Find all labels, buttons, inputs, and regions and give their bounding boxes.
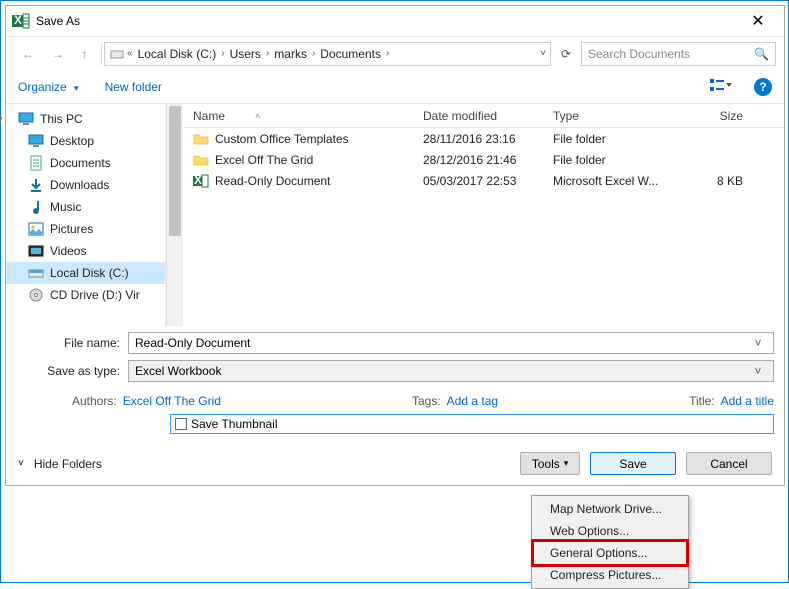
tools-menu: Map Network Drive...Web Options...Genera… [531,495,689,589]
title-value[interactable]: Add a title [721,394,774,408]
breadcrumb-seg[interactable]: Local Disk (C:) [135,47,220,61]
forward-button[interactable]: → [44,42,72,66]
saveas-type-label: Save as type: [16,364,128,378]
svg-text:X: X [14,13,22,27]
download-icon [28,177,44,193]
col-date[interactable]: Date modified [423,109,553,123]
breadcrumb-seg[interactable]: marks [271,47,310,61]
chevron-right-icon: › [386,48,389,59]
hide-folders-button[interactable]: Hide Folders [34,457,102,471]
search-input[interactable]: Search Documents 🔍 [581,42,776,66]
chevron-right-icon: › [266,48,269,59]
titlebar: X Save As ✕ [6,6,784,36]
tree-item-disk[interactable]: Local Disk (C:) [6,262,165,284]
authors-label: Authors: [72,394,117,408]
save-button[interactable]: Save [590,452,676,475]
organize-button[interactable]: Organize ▾ [18,80,79,94]
search-placeholder: Search Documents [588,47,754,61]
excel-icon: X [193,173,209,189]
cancel-button[interactable]: Cancel [686,452,772,475]
refresh-button[interactable]: ⟳ [553,42,579,66]
authors-value[interactable]: Excel Off The Grid [123,394,221,408]
folder-icon [193,131,209,147]
tags-label: Tags: [412,394,441,408]
checkbox-icon [175,418,187,430]
nav-row: ← → ↑ « Local Disk (C:) › Users › marks … [6,36,784,70]
close-button[interactable]: ✕ [738,11,778,31]
new-folder-button[interactable]: New folder [105,80,162,94]
doc-icon [28,155,44,171]
view-options-button[interactable] [708,77,734,96]
filename-label: File name: [16,336,128,350]
tools-button[interactable]: Tools▾ [520,452,580,475]
tree-this-pc[interactable]: ▾ This PC [6,108,165,130]
excel-icon: X [12,12,30,30]
back-button[interactable]: ← [14,42,42,66]
tree-item-music[interactable]: Music [6,196,165,218]
pictures-icon [28,221,44,237]
save-as-dialog: X Save As ✕ ← → ↑ « Local Disk (C:) › Us… [5,5,785,486]
file-row[interactable]: Custom Office Templates28/11/2016 23:16F… [183,128,784,149]
sort-asc-icon: ˄ [255,111,260,121]
dialog-title: Save As [36,14,738,28]
toolbar: Organize ▾ New folder ? [6,70,784,104]
chevron-down-icon: ▾ [564,458,569,469]
tree-item-desktop[interactable]: Desktop [6,130,165,152]
desktop-icon [28,133,44,149]
monitor-icon [18,111,34,127]
chevron-down-icon: ▾ [0,114,3,125]
help-button[interactable]: ? [754,78,772,96]
svg-text:X: X [194,173,202,187]
chevron-right-icon: « [127,48,133,59]
chevron-down-icon[interactable]: ˅ [749,336,767,350]
tree-item-doc[interactable]: Documents [6,152,165,174]
breadcrumb-seg[interactable]: Users [227,47,264,61]
tree-item-videos[interactable]: Videos [6,240,165,262]
file-list: Name ˄ Date modified Type Size Custom Off… [183,104,784,326]
tags-value[interactable]: Add a tag [447,394,498,408]
col-size[interactable]: Size [693,109,753,123]
up-button[interactable]: ↑ [74,42,102,66]
title-label: Title: [689,394,715,408]
save-thumbnail-checkbox[interactable]: Save Thumbnail [170,414,774,434]
chevron-down-icon: ▾ [74,83,79,93]
music-icon [28,199,44,215]
file-row[interactable]: XRead-Only Document05/03/2017 22:53Micro… [183,170,784,191]
filename-input[interactable]: Read-Only Document ˅ [128,332,774,354]
tree-scrollbar[interactable] [166,104,183,326]
folder-icon [193,152,209,168]
tree-item-download[interactable]: Downloads [6,174,165,196]
nav-tree: ▾ This PC DesktopDocumentsDownloadsMusic… [6,104,166,326]
column-headers[interactable]: Name ˄ Date modified Type Size [183,104,784,128]
col-type[interactable]: Type [553,109,693,123]
form-area: File name: Read-Only Document ˅ Save as … [6,326,784,438]
file-row[interactable]: Excel Off The Grid28/12/2016 21:46File f… [183,149,784,170]
drive-icon [109,46,125,62]
menu-item[interactable]: Web Options... [534,520,686,542]
search-icon: 🔍 [754,47,769,61]
disk-icon [28,265,44,281]
tree-item-pictures[interactable]: Pictures [6,218,165,240]
videos-icon [28,243,44,259]
chevron-down-icon[interactable]: ˅ [540,48,546,59]
saveas-type-select[interactable]: Excel Workbook ˅ [128,360,774,382]
cd-icon [28,287,44,303]
footer: ˅ Hide Folders Tools▾ Save Cancel [6,438,784,485]
breadcrumb[interactable]: « Local Disk (C:) › Users › marks › Docu… [104,42,551,66]
tree-item-cd[interactable]: CD Drive (D:) Vir [6,284,165,306]
chevron-right-icon: › [221,48,224,59]
chevron-down-icon: ˅ [18,458,24,469]
col-name[interactable]: Name [193,109,225,123]
chevron-right-icon: › [312,48,315,59]
breadcrumb-seg[interactable]: Documents [317,47,384,61]
menu-item[interactable]: Map Network Drive... [534,498,686,520]
chevron-down-icon[interactable]: ˅ [749,364,767,378]
menu-item[interactable]: General Options... [534,542,686,564]
